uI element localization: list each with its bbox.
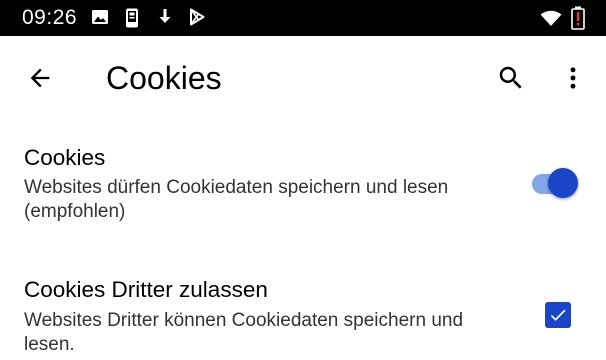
setting-title: Cookies Dritter zulassen xyxy=(24,277,268,302)
third-party-cookies-checkbox[interactable] xyxy=(545,302,571,328)
check-icon xyxy=(550,309,566,321)
app-bar: Cookies xyxy=(0,36,606,120)
toggle-thumb xyxy=(548,168,578,198)
back-button[interactable] xyxy=(18,58,62,98)
setting-cookies[interactable]: Cookies Websites dürfen Cookiedaten spei… xyxy=(0,140,606,236)
wifi-icon xyxy=(540,10,562,26)
page-title: Cookies xyxy=(106,60,222,96)
setting-title: Cookies xyxy=(24,145,106,170)
search-icon xyxy=(499,66,522,89)
phone-icon xyxy=(126,8,138,28)
arrow-back-icon xyxy=(30,68,50,88)
search-button[interactable] xyxy=(490,58,532,98)
setting-summary: Websites Dritter können Cookiedaten spei… xyxy=(24,310,464,355)
image-icon xyxy=(92,10,108,24)
download-icon xyxy=(159,9,171,23)
setting-third-party-cookies[interactable]: Cookies Dritter zulassen Websites Dritte… xyxy=(0,272,606,360)
more-vert-icon xyxy=(570,67,576,89)
status-bar: 09:26 xyxy=(0,0,606,36)
cookies-toggle[interactable] xyxy=(530,166,580,200)
more-options-button[interactable] xyxy=(552,58,594,98)
setting-summary: Websites dürfen Cookiedaten speichern un… xyxy=(24,177,449,222)
battery-alert-icon xyxy=(571,6,585,30)
play-store-icon xyxy=(190,8,205,26)
status-time: 09:26 xyxy=(22,6,78,29)
